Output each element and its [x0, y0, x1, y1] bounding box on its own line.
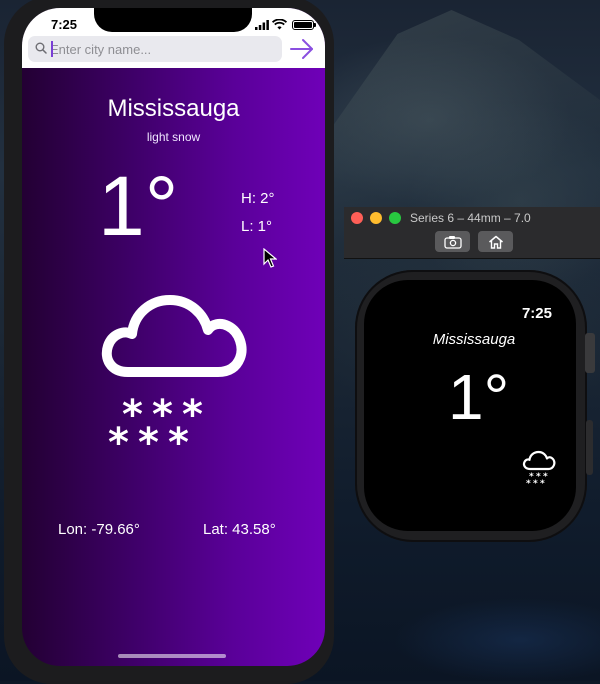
latitude: Lat: 43.58° [203, 521, 276, 538]
svg-text:*: * [540, 479, 545, 486]
current-temperature: 1° [98, 159, 179, 253]
text-caret [51, 41, 53, 57]
zoom-window-button[interactable] [389, 212, 401, 224]
high-temperature: H: 2° [241, 190, 275, 207]
iphone-screen: 7:25 Enter city name... Mississauga ligh… [22, 8, 325, 666]
watch-screen: 7:25 Mississauga 1° * * * * * * [364, 280, 576, 531]
notch [94, 8, 252, 32]
home-button[interactable] [478, 231, 513, 252]
watch-time: 7:25 [521, 305, 552, 322]
close-window-button[interactable] [351, 212, 363, 224]
city-name: Mississauga [107, 95, 240, 122]
search-icon [35, 42, 47, 54]
status-bar-time: 7:25 [51, 17, 78, 32]
search-bar-area: 7:25 [22, 8, 325, 68]
city-search-input[interactable] [50, 39, 275, 59]
iphone-device-frame: 7:25 Enter city name... Mississauga ligh… [4, 0, 334, 684]
simulator-window-title: Series 6 – 44mm – 7.0 [410, 211, 531, 225]
mouse-cursor-icon [263, 248, 277, 268]
wifi-icon [272, 19, 287, 30]
arrow-right-icon[interactable] [288, 37, 316, 61]
home-icon [488, 235, 503, 249]
low-temperature: L: 1° [241, 218, 273, 235]
screenshot-button[interactable] [435, 231, 470, 252]
longitude: Lon: -79.66° [58, 521, 140, 538]
weather-condition: light snow [146, 130, 201, 144]
cloud-snow-icon: * * * * * * [101, 295, 247, 456]
search-field[interactable] [28, 36, 282, 62]
watch-temperature: 1° [448, 361, 510, 433]
svg-text:*: * [168, 420, 189, 456]
minimize-window-button[interactable] [370, 212, 382, 224]
digital-crown[interactable] [585, 333, 595, 373]
camera-icon [443, 235, 462, 249]
side-button[interactable] [586, 420, 593, 475]
battery-icon [292, 20, 316, 30]
svg-text:*: * [526, 479, 531, 486]
watch-simulator-toolbar: Series 6 – 44mm – 7.0 [344, 207, 600, 259]
watch-city-name: Mississauga [432, 331, 516, 348]
cloud-snow-icon: * * * * * * [522, 450, 556, 486]
svg-text:*: * [108, 420, 129, 456]
svg-text:*: * [533, 479, 538, 486]
cellular-signal-icon [255, 20, 269, 30]
home-indicator[interactable] [118, 654, 226, 658]
svg-text:*: * [138, 420, 159, 456]
